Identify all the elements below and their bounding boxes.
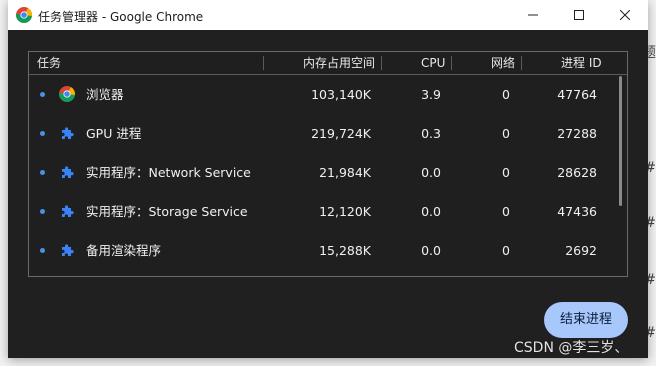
task-name: GPU 进程 <box>86 126 142 141</box>
pid-value: 2692 <box>565 243 597 258</box>
cpu-value: 0.3 <box>421 126 441 141</box>
minimize-button[interactable] <box>510 0 556 30</box>
table-row[interactable]: 实用程序：Network Service 21,984K 0.0 0 28628 <box>29 153 617 192</box>
network-value: 0 <box>502 126 510 141</box>
task-name: 实用程序：Storage Service <box>86 204 248 219</box>
memory-value: 12,120K <box>319 204 371 219</box>
task-name: 备用渲染程序 <box>86 243 162 258</box>
pid-value: 28628 <box>557 165 597 180</box>
cpu-value: 0.0 <box>421 204 441 219</box>
cpu-value: 3.9 <box>421 87 441 102</box>
table-row[interactable]: 实用程序：Storage Service 12,120K 0.0 0 47436 <box>29 192 617 231</box>
watermark: CSDN @李三岁、 <box>514 340 629 356</box>
memory-value: 219,724K <box>311 126 371 141</box>
column-divider[interactable] <box>521 56 522 70</box>
process-table: 任务 内存占用空间 CPU 网络 进程 ID 浏览器 103,140K 3.9 <box>28 51 628 277</box>
network-value: 0 <box>502 165 510 180</box>
row-bullet <box>40 209 45 214</box>
vertical-scrollbar[interactable] <box>619 76 622 206</box>
column-header-memory[interactable]: 内存占用空间 <box>303 52 375 74</box>
puzzle-piece-icon <box>62 166 74 178</box>
puzzle-piece-icon <box>62 205 74 217</box>
puzzle-piece-icon <box>62 127 74 139</box>
column-header-task[interactable]: 任务 <box>37 52 61 74</box>
maximize-button[interactable] <box>556 0 602 30</box>
close-button[interactable] <box>602 0 648 30</box>
row-bullet <box>40 170 45 175</box>
column-header-cpu[interactable]: CPU <box>421 52 445 74</box>
cpu-value: 0.0 <box>421 165 441 180</box>
task-manager-window: 任务管理器 - Google Chrome 任务 内存占用空间 CPU 网络 进… <box>8 0 648 358</box>
end-process-button[interactable]: 结束进程 <box>544 302 628 338</box>
column-header-network[interactable]: 网络 <box>491 52 515 74</box>
chrome-icon <box>16 7 32 23</box>
memory-value: 15,288K <box>319 243 371 258</box>
pid-value: 27288 <box>557 126 597 141</box>
window-title: 任务管理器 - Google Chrome <box>38 10 204 24</box>
memory-value: 21,984K <box>319 165 371 180</box>
column-header-pid[interactable]: 进程 ID <box>561 52 602 74</box>
column-divider[interactable] <box>263 56 264 70</box>
table-header: 任务 内存占用空间 CPU 网络 进程 ID <box>29 52 627 75</box>
column-divider[interactable] <box>381 56 382 70</box>
network-value: 0 <box>502 204 510 219</box>
row-bullet <box>40 248 45 253</box>
task-name: 浏览器 <box>86 87 124 102</box>
chrome-icon <box>59 86 75 102</box>
column-divider[interactable] <box>451 56 452 70</box>
row-bullet <box>40 92 45 97</box>
network-value: 0 <box>502 87 510 102</box>
table-row[interactable]: 浏览器 103,140K 3.9 0 47764 <box>29 75 617 114</box>
close-icon <box>620 10 630 20</box>
title-bar[interactable]: 任务管理器 - Google Chrome <box>8 0 648 30</box>
cpu-value: 0.0 <box>421 243 441 258</box>
maximize-icon <box>574 10 584 20</box>
task-name: 实用程序：Network Service <box>86 165 251 180</box>
row-bullet <box>40 131 45 136</box>
puzzle-piece-icon <box>62 244 74 256</box>
memory-value: 103,140K <box>311 87 371 102</box>
table-row[interactable]: 备用渲染程序 15,288K 0.0 0 2692 <box>29 231 617 270</box>
pid-value: 47436 <box>557 204 597 219</box>
network-value: 0 <box>502 243 510 258</box>
minimize-icon <box>528 14 538 16</box>
table-row[interactable]: GPU 进程 219,724K 0.3 0 27288 <box>29 114 617 153</box>
pid-value: 47764 <box>557 87 597 102</box>
